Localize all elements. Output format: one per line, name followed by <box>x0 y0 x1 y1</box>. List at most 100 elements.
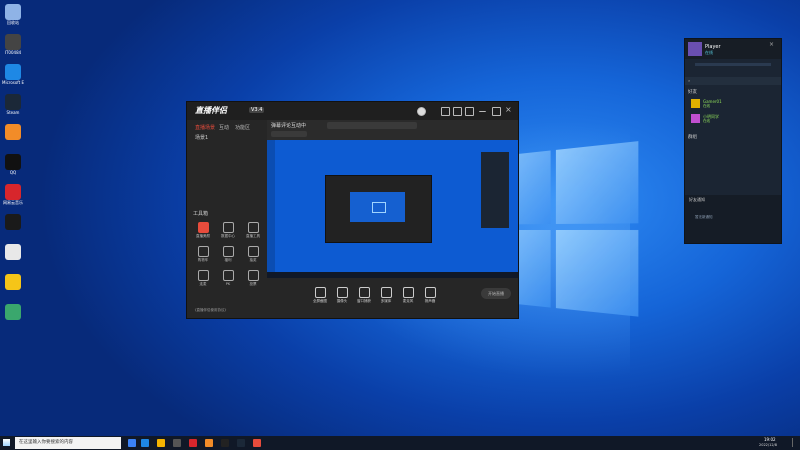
preview-icon-strip <box>267 140 275 272</box>
tool-2-icon <box>222 222 234 233</box>
clock-date[interactable]: 2022/12/8 <box>759 443 777 447</box>
start-icon[interactable] <box>3 439 10 446</box>
clock-time[interactable]: 19:02 <box>764 437 776 442</box>
close-icon[interactable]: × <box>505 105 512 114</box>
avatar-icon[interactable] <box>417 107 426 116</box>
steam-status[interactable]: 在线 <box>705 50 713 56</box>
toolbox-label: PK <box>225 282 231 286</box>
tool-5-icon <box>222 246 234 257</box>
toolbox-tool-6[interactable]: 抽奖 <box>242 246 264 263</box>
qq-glyph-icon <box>5 154 21 170</box>
title-edit-field[interactable] <box>327 122 417 129</box>
toolbox-tool-5[interactable]: 福利 <box>217 246 239 263</box>
app-taskbar-icon-4[interactable] <box>221 439 229 447</box>
groups-section-title[interactable]: 群组 <box>688 134 697 140</box>
screen-capture-icon <box>314 287 326 298</box>
qq-icon[interactable]: QQ <box>2 154 24 175</box>
app-icon-3-glyph-icon <box>5 124 21 140</box>
app-taskbar-icon-2[interactable] <box>189 439 197 447</box>
app-icon-1-glyph-icon <box>5 34 21 50</box>
app-brand: 直播伴侣 <box>195 106 227 115</box>
preview-canvas[interactable] <box>267 140 518 278</box>
left-panel: 直播场景 互动 功能区 场景1 工具箱 直播美颜 数据中心 直播工具 购物车 福利 抽奖连… <box>187 120 268 318</box>
source-toolbar: 全屏截图 摄像头 窗口捕获 多媒体 麦克风 扬声器 开始直播 <box>267 278 518 318</box>
app-titlebar: 直播伴侣 V3.4 × <box>187 102 518 120</box>
tab-scene[interactable]: 直播场景 <box>195 124 215 131</box>
search-icon[interactable]: ⌕ <box>688 78 690 83</box>
toolbox-label: 投票 <box>249 282 257 286</box>
toolbox-tool-1[interactable]: 直播美颜 <box>192 222 214 239</box>
microphone-button[interactable]: 麦克风 <box>399 287 417 304</box>
help-icon[interactable] <box>465 107 474 116</box>
netease-music-glyph-icon <box>5 184 21 200</box>
footer-text[interactable]: 《直播伴侣使用协议》 <box>193 308 228 313</box>
taskbar-search-input[interactable]: 在这里输入你要搜索的内容 <box>15 437 121 449</box>
source-tool-label: 摄像头 <box>336 299 348 303</box>
toolbox-tool-2[interactable]: 数据中心 <box>217 222 239 239</box>
toolbox-tool-8[interactable]: PK <box>217 270 239 286</box>
window-capture-button[interactable]: 窗口捕获 <box>355 287 373 304</box>
recycle-bin-glyph-icon <box>5 4 21 20</box>
scene-label[interactable]: 场景1 <box>195 134 208 141</box>
tool-8-icon <box>222 270 234 281</box>
app-icon-6-glyph-icon <box>5 304 21 320</box>
media-button[interactable]: 多媒体 <box>377 287 395 304</box>
toolbox-tool-9[interactable]: 投票 <box>242 270 264 287</box>
app-taskbar-icon-3[interactable] <box>205 439 213 447</box>
steam-glyph-icon <box>5 94 21 110</box>
tab-interact[interactable]: 互动 <box>219 124 229 131</box>
netease-music-icon[interactable]: 网易云音乐 <box>2 184 24 205</box>
friend-row-2[interactable]: 小明同学 在线 <box>685 112 781 126</box>
edge-icon[interactable] <box>141 439 149 447</box>
toolbox-label: 直播美颜 <box>196 234 210 238</box>
minimize-icon[interactable] <box>479 107 486 112</box>
source-tool-label: 窗口捕获 <box>357 299 371 303</box>
tool-3-icon <box>247 222 259 233</box>
steam-icon[interactable]: Steam <box>2 94 24 115</box>
avatar[interactable] <box>688 42 702 56</box>
screen-capture-button[interactable]: 全屏截图 <box>311 287 329 304</box>
toolbox-tool-7[interactable]: 连麦 <box>192 270 214 287</box>
task-view-icon[interactable] <box>128 439 136 447</box>
show-desktop-button[interactable] <box>792 438 799 447</box>
window-capture-icon <box>358 287 370 298</box>
friend-row-1[interactable]: Gamer01 在线 <box>685 97 781 111</box>
maximize-icon[interactable] <box>492 107 501 116</box>
file-icon[interactable] <box>2 244 24 260</box>
desktop-icon-label: Microsoft Edge <box>2 80 24 85</box>
app-icon-3[interactable] <box>2 124 24 140</box>
app-icon-1[interactable]: IT00484 <box>2 34 24 55</box>
toolbox-label: 数据中心 <box>221 234 235 238</box>
stream-title[interactable]: 弹幕评论互动中 <box>271 122 306 129</box>
scene-bar: 弹幕评论互动中 <box>267 120 518 140</box>
toolbox-tool-4[interactable]: 购物车 <box>192 246 214 263</box>
close-icon[interactable]: × <box>769 41 774 48</box>
scene-chip[interactable] <box>271 131 307 137</box>
app-taskbar-icon-1[interactable] <box>173 439 181 447</box>
notice-title[interactable]: 好友通知 <box>689 197 705 203</box>
recycle-bin-icon[interactable]: 回收站 <box>2 4 24 25</box>
toolbox-label: 福利 <box>224 258 232 262</box>
toolbox-label: 抽奖 <box>249 258 257 262</box>
friends-section-title[interactable]: 好友 <box>688 89 697 95</box>
app-icon-6[interactable] <box>2 304 24 320</box>
app-icon-2[interactable]: Microsoft Edge <box>2 64 24 85</box>
start-live-button[interactable]: 开始直播 <box>481 288 511 299</box>
file-glyph-icon <box>5 244 21 260</box>
speaker-button[interactable]: 扬声器 <box>421 287 439 304</box>
app-icon-4[interactable] <box>2 214 24 230</box>
source-tool-label: 扬声器 <box>424 299 436 303</box>
toolbox-label: 直播工具 <box>246 234 260 238</box>
steam-taskbar-icon[interactable] <box>237 439 245 447</box>
tab-function[interactable]: 功能区 <box>235 124 250 131</box>
explorer-icon[interactable] <box>157 439 165 447</box>
toolbox-label: 购物车 <box>197 258 209 262</box>
settings-icon[interactable] <box>441 107 450 116</box>
app-icon-5[interactable] <box>2 274 24 290</box>
app-taskbar-icon-5[interactable] <box>253 439 261 447</box>
camera-icon <box>336 287 348 298</box>
toolbox-tool-3[interactable]: 直播工具 <box>242 222 264 239</box>
app-icon-5-glyph-icon <box>5 274 21 290</box>
camera-button[interactable]: 摄像头 <box>333 287 351 304</box>
message-icon[interactable] <box>453 107 462 116</box>
